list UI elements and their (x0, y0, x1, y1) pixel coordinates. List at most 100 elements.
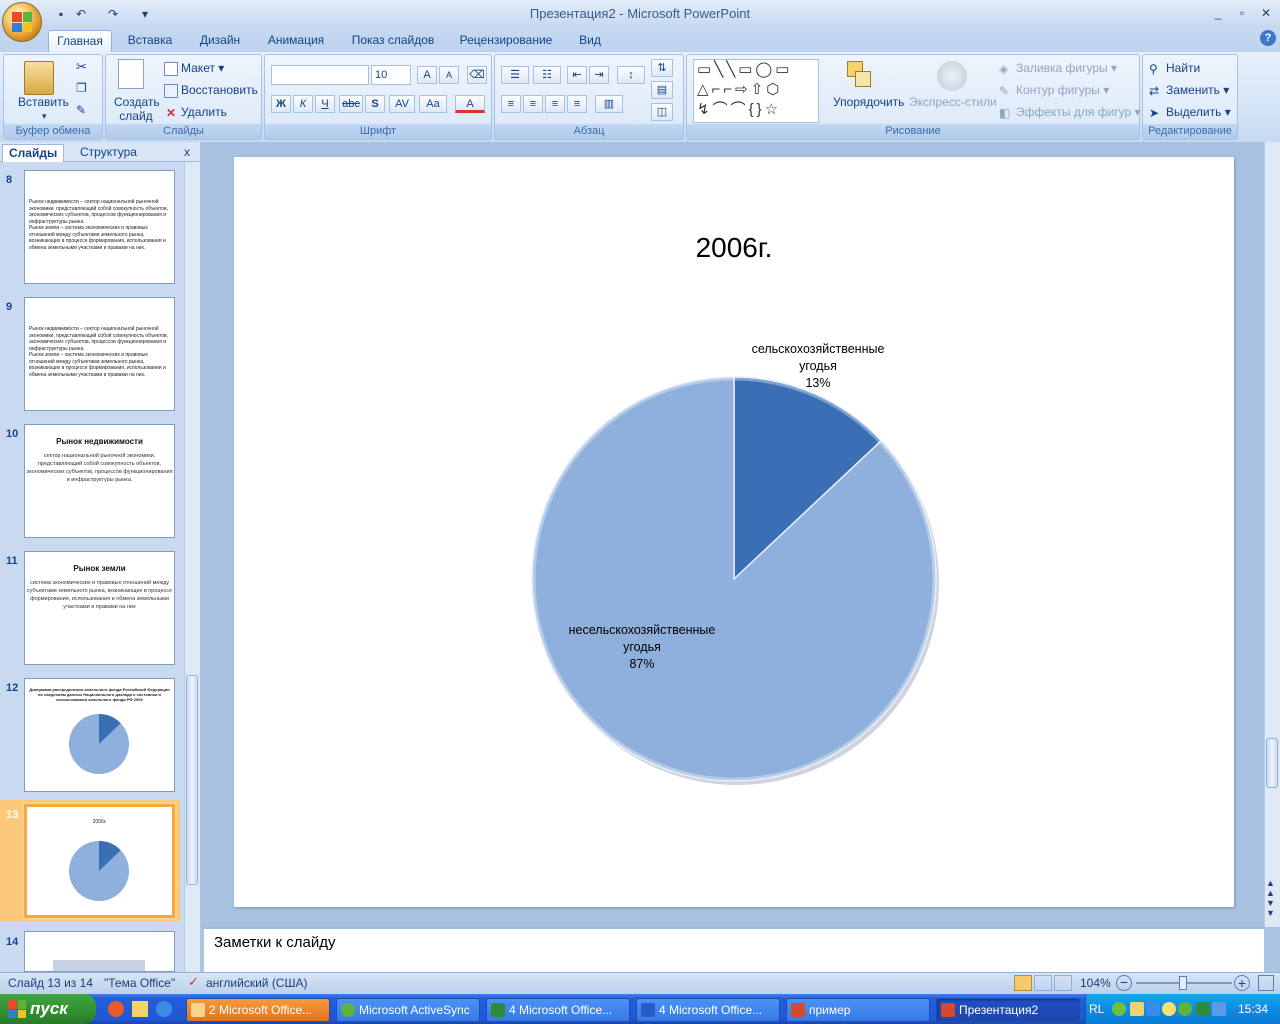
paste-icon[interactable] (24, 61, 54, 95)
slideshow-view-icon[interactable] (1054, 975, 1072, 991)
text-direction-icon[interactable]: ⇅ (651, 59, 673, 77)
quicklaunch-browser-icon[interactable] (108, 1001, 124, 1017)
tab-slideshow[interactable]: Показ слайдов (344, 30, 442, 52)
pie-chart[interactable] (234, 157, 1234, 907)
zoom-out-icon[interactable]: − (1116, 975, 1132, 991)
keyboard-language[interactable]: RL (1089, 1002, 1104, 1016)
new-slide-icon[interactable] (118, 59, 144, 89)
slide-thumbnail-selected[interactable]: 2006г. (24, 804, 175, 918)
taskbar-item[interactable]: пример (786, 998, 930, 1022)
next-slide-icon[interactable]: ▼ ▼ (1266, 898, 1275, 918)
reset-button[interactable]: Восстановить (164, 83, 258, 98)
slide-scroll-thumb[interactable] (1266, 738, 1278, 788)
taskbar-item[interactable]: 4 Microsoft Office... (486, 998, 630, 1022)
tray-mail-icon[interactable] (1130, 1002, 1144, 1016)
delete-slide-button[interactable]: ✕ Удалить (164, 105, 227, 120)
font-size-combo[interactable]: 10 (371, 65, 411, 85)
select-button[interactable]: ➤ Выделить ▾ (1149, 105, 1231, 120)
shape-outline-button[interactable]: ✎ Контур фигуры ▾ (999, 83, 1109, 98)
tab-design[interactable]: Дизайн (190, 30, 250, 52)
paste-dropdown-icon[interactable]: ▾ (42, 111, 47, 122)
taskbar-item[interactable]: Microsoft ActiveSync (336, 998, 480, 1022)
new-slide-button[interactable]: Создать слайд (114, 95, 160, 123)
tab-animation[interactable]: Анимация (260, 30, 332, 52)
underline-button[interactable]: Ч (315, 95, 335, 113)
numbering-icon[interactable]: ☷ (533, 66, 561, 84)
tab-slides[interactable]: Слайды (2, 144, 65, 162)
taskbar-item[interactable]: 4 Microsoft Office... (636, 998, 780, 1022)
slide-thumbnail[interactable]: Рынок недвижимости – сектор национальной… (24, 170, 175, 284)
columns-icon[interactable]: ▥ (595, 95, 623, 113)
language-indicator[interactable]: английский (США) (206, 976, 307, 990)
tray-messenger-icon[interactable] (1162, 1002, 1176, 1016)
smartart-icon[interactable]: ◫ (651, 103, 673, 121)
decrease-indent-icon[interactable]: ⇤ (567, 66, 587, 84)
spellcheck-icon[interactable]: ✓ (188, 974, 199, 990)
slide-scrollbar[interactable] (1264, 142, 1280, 927)
align-text-icon[interactable]: ▤ (651, 81, 673, 99)
format-painter-icon[interactable]: ✎ (76, 103, 86, 117)
slide-thumbnail[interactable]: Рынок недвижимости сектор национальной р… (24, 424, 175, 538)
zoom-in-icon[interactable]: + (1234, 975, 1250, 991)
clear-format-icon[interactable]: ⌫ (467, 66, 487, 84)
fit-to-window-icon[interactable] (1258, 975, 1274, 991)
zoom-slider-thumb[interactable] (1179, 976, 1187, 990)
arrange-icon[interactable] (845, 59, 873, 89)
align-left-icon[interactable]: ≡ (501, 95, 521, 113)
taskbar-item[interactable]: 2 Microsoft Office... (186, 998, 330, 1022)
quick-styles-icon[interactable] (937, 61, 967, 91)
quicklaunch-ie-icon[interactable] (156, 1001, 172, 1017)
justify-icon[interactable]: ≡ (567, 95, 587, 113)
tab-review[interactable]: Рецензирование (452, 30, 560, 52)
spacing-button[interactable]: AV (389, 95, 415, 113)
shadow-button[interactable]: S (365, 95, 385, 113)
align-right-icon[interactable]: ≡ (545, 95, 565, 113)
paste-button[interactable]: Вставить (18, 95, 69, 109)
shape-fill-button[interactable]: ◈ Заливка фигуры ▾ (999, 61, 1117, 76)
pane-close-icon[interactable]: x (178, 144, 196, 162)
slide-thumbnail[interactable]: Диаграмма распределения земельного фонда… (24, 678, 175, 792)
find-button[interactable]: ⚲ Найти (1149, 61, 1200, 76)
font-name-combo[interactable] (271, 65, 369, 85)
slide-thumbnail[interactable] (24, 931, 175, 972)
restore-button[interactable]: ▫ (1230, 5, 1254, 23)
taskbar-item-active[interactable]: Презентация2 (936, 998, 1080, 1022)
align-center-icon[interactable]: ≡ (523, 95, 543, 113)
tray-network-icon[interactable] (1146, 1002, 1160, 1016)
layout-button[interactable]: Макет ▾ (164, 61, 224, 76)
normal-view-icon[interactable] (1014, 975, 1032, 991)
bold-button[interactable]: Ж (271, 95, 291, 113)
quick-styles-button[interactable]: Экспресс-стили (909, 95, 997, 109)
shapes-gallery[interactable]: ▭╲╲▭◯▭ △⌐⌐⇨⇧⬡ ↯⌒⌒{}☆ (693, 59, 819, 123)
office-button[interactable] (2, 2, 42, 42)
case-button[interactable]: Aa (419, 95, 447, 113)
grow-font-button[interactable]: A (417, 66, 437, 84)
increase-indent-icon[interactable]: ⇥ (589, 66, 609, 84)
line-spacing-icon[interactable]: ↕ (617, 66, 645, 84)
slides-pane-scroll-thumb[interactable] (186, 675, 198, 885)
zoom-level[interactable]: 104% (1080, 976, 1111, 990)
tab-view[interactable]: Вид (570, 30, 610, 52)
help-icon[interactable]: ? (1260, 30, 1276, 46)
shape-effects-button[interactable]: ◧ Эффекты для фигур ▾ (999, 105, 1141, 120)
tab-insert[interactable]: Вставка (120, 30, 180, 52)
strike-button[interactable]: abc (339, 95, 363, 113)
prev-slide-icon[interactable]: ▲ ▲ (1266, 878, 1275, 898)
notes-placeholder[interactable]: Заметки к слайду (214, 934, 336, 951)
replace-button[interactable]: ⇄ Заменить ▾ (1149, 83, 1229, 98)
slide-thumbnail[interactable]: Рынок земли система экономических и прав… (24, 551, 175, 665)
arrange-button[interactable]: Упорядочить (833, 95, 904, 109)
tray-sync-icon[interactable] (1112, 1002, 1126, 1016)
copy-icon[interactable]: ❐ (76, 81, 87, 95)
tab-home[interactable]: Главная (48, 30, 112, 52)
quicklaunch-desktop-icon[interactable] (132, 1001, 148, 1017)
tray-app-icon[interactable] (1196, 1002, 1210, 1016)
shrink-font-button[interactable]: A (439, 66, 459, 84)
italic-button[interactable]: К (293, 95, 313, 113)
slide-sorter-icon[interactable] (1034, 975, 1052, 991)
bullets-icon[interactable]: ☰ (501, 66, 529, 84)
close-button[interactable]: ✕ (1254, 5, 1278, 23)
slide-thumbnail[interactable]: Рынок недвижимости – сектор национальной… (24, 297, 175, 411)
tab-outline[interactable]: Структура (74, 144, 143, 162)
tray-volume-icon[interactable] (1212, 1002, 1226, 1016)
